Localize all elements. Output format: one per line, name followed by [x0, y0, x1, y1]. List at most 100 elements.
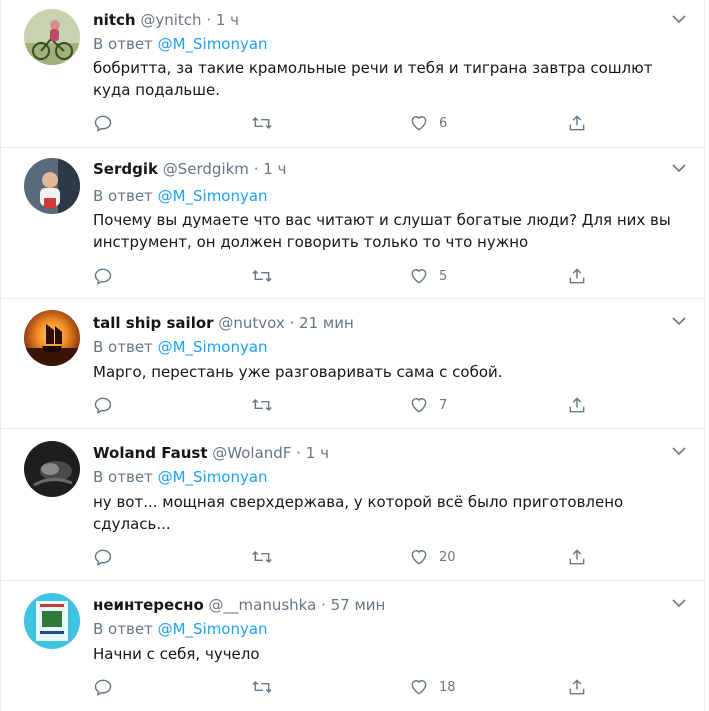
- tweet-actions: 6: [93, 112, 603, 134]
- author-handle[interactable]: @WolandF: [212, 444, 291, 462]
- share-icon: [569, 115, 585, 131]
- reply-button[interactable]: [93, 676, 113, 698]
- like-icon: [411, 680, 427, 695]
- chevron-down-icon[interactable]: [670, 442, 688, 460]
- timestamp[interactable]: 21 мин: [299, 314, 354, 332]
- like-button[interactable]: 6: [409, 112, 447, 134]
- author-name[interactable]: Woland Faust: [93, 444, 208, 462]
- chevron-down-icon[interactable]: [670, 312, 688, 330]
- retweet-button[interactable]: [251, 112, 273, 134]
- author-handle[interactable]: @ynitch: [140, 11, 201, 29]
- reply-icon: [94, 115, 112, 132]
- tweet-text: Марго, перестань уже разговаривать сама …: [93, 363, 503, 381]
- like-icon: [411, 269, 427, 284]
- tweet-text: ну вот... мощная сверхдержава, у которой…: [93, 493, 624, 533]
- retweet-button[interactable]: [251, 546, 273, 568]
- separator-dot: ·: [296, 444, 301, 462]
- reply-button[interactable]: [93, 546, 113, 568]
- timestamp[interactable]: 1 ч: [216, 11, 239, 29]
- reply-button[interactable]: [93, 112, 113, 134]
- tweet[interactable]: tall ship sailor @nutvox · 21 мин В отве…: [1, 299, 704, 429]
- timestamp[interactable]: 1 ч: [306, 444, 329, 462]
- reply-icon: [94, 268, 112, 285]
- share-button[interactable]: [567, 676, 587, 698]
- retweet-icon: [252, 269, 272, 283]
- timestamp[interactable]: 57 мин: [331, 596, 386, 614]
- reply-context: В ответ @M_Simonyan: [93, 619, 268, 639]
- retweet-icon: [252, 116, 272, 130]
- share-button[interactable]: [567, 546, 587, 568]
- share-icon: [569, 549, 585, 565]
- reply-icon: [94, 549, 112, 566]
- avatar[interactable]: [24, 441, 80, 497]
- retweet-button[interactable]: [251, 676, 273, 698]
- like-icon: [411, 116, 427, 131]
- reply-button[interactable]: [93, 394, 113, 416]
- like-icon: [411, 398, 427, 413]
- tweet-actions: 5: [93, 265, 603, 287]
- avatar[interactable]: [24, 593, 80, 649]
- like-count: 6: [439, 115, 448, 131]
- share-button[interactable]: [567, 265, 587, 287]
- tweet[interactable]: Woland Faust @WolandF · 1 ч В ответ @M_S…: [1, 429, 704, 581]
- retweet-button[interactable]: [251, 265, 273, 287]
- separator-dot: ·: [289, 314, 295, 332]
- cyclist-avatar-icon: [24, 9, 80, 65]
- reply-prefix: В ответ: [93, 620, 153, 638]
- chevron-down-icon[interactable]: [670, 594, 688, 612]
- separator-dot: ·: [253, 160, 259, 178]
- author-name[interactable]: Serdgik: [93, 160, 158, 178]
- author-handle[interactable]: @nutvox: [218, 314, 284, 332]
- tweet-actions: 20: [93, 546, 603, 568]
- like-button[interactable]: 7: [409, 394, 447, 416]
- tweet[interactable]: Serdgik @Serdgikm · 1 ч В ответ @M_Simon…: [1, 148, 704, 299]
- reply-mention[interactable]: @M_Simonyan: [158, 35, 268, 53]
- timestamp[interactable]: 1 ч: [263, 160, 286, 178]
- reply-mention[interactable]: @M_Simonyan: [158, 620, 268, 638]
- reply-prefix: В ответ: [93, 468, 153, 486]
- author-handle[interactable]: @__manushka: [209, 596, 317, 614]
- reply-context: В ответ @M_Simonyan: [93, 34, 268, 54]
- retweet-icon: [252, 550, 272, 564]
- like-button[interactable]: 20: [409, 546, 456, 568]
- like-count: 5: [439, 268, 448, 284]
- separator-dot: ·: [321, 596, 326, 614]
- chevron-down-icon[interactable]: [670, 10, 688, 28]
- reply-mention[interactable]: @M_Simonyan: [158, 338, 268, 356]
- like-count: 18: [439, 679, 456, 695]
- reply-button[interactable]: [93, 265, 113, 287]
- author-name[interactable]: tall ship sailor: [93, 314, 214, 332]
- reply-icon: [94, 679, 112, 696]
- avatar[interactable]: [24, 9, 80, 65]
- reply-mention[interactable]: @M_Simonyan: [158, 468, 268, 486]
- like-button[interactable]: 18: [409, 676, 456, 698]
- retweet-button[interactable]: [251, 394, 273, 416]
- reply-context: В ответ @M_Simonyan: [93, 186, 268, 206]
- avatar[interactable]: [24, 310, 80, 366]
- reply-prefix: В ответ: [93, 338, 153, 356]
- book-cover-avatar-icon: [24, 593, 80, 649]
- tweet-header: nitch @ynitch · 1 ч: [93, 10, 239, 30]
- reply-context: В ответ @M_Simonyan: [93, 467, 268, 487]
- author-name[interactable]: неинтересно: [93, 596, 204, 614]
- separator-dot: ·: [206, 11, 212, 29]
- tweet-header: Serdgik @Serdgikm · 1 ч: [93, 159, 286, 179]
- tweet-text: Начни с себя, чучело: [93, 645, 260, 663]
- author-handle[interactable]: @Serdgikm: [163, 160, 249, 178]
- reply-mention[interactable]: @M_Simonyan: [158, 187, 268, 205]
- share-button[interactable]: [567, 112, 587, 134]
- reply-feed: nitch @ynitch · 1 ч В ответ @M_Simonyan …: [0, 0, 705, 711]
- reply-prefix: В ответ: [93, 187, 153, 205]
- tweet[interactable]: nitch @ynitch · 1 ч В ответ @M_Simonyan …: [1, 0, 704, 148]
- chevron-down-icon[interactable]: [670, 159, 688, 177]
- like-button[interactable]: 5: [409, 265, 447, 287]
- share-button[interactable]: [567, 394, 587, 416]
- reply-context: В ответ @M_Simonyan: [93, 337, 268, 357]
- tweet[interactable]: неинтересно @__manushka · 57 мин В ответ…: [1, 581, 704, 711]
- tweet-header: неинтересно @__manushka · 57 мин: [93, 595, 385, 615]
- like-count: 20: [439, 549, 456, 565]
- tweet-text: Почему вы думаете что вас читают и слуша…: [93, 211, 671, 251]
- avatar[interactable]: [24, 158, 80, 214]
- author-name[interactable]: nitch: [93, 11, 136, 29]
- tweet-actions: 7: [93, 394, 603, 416]
